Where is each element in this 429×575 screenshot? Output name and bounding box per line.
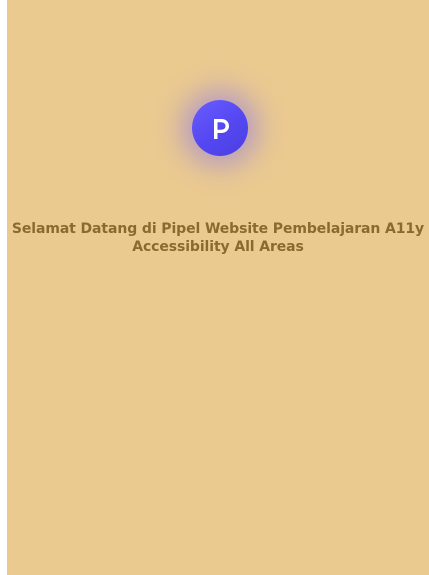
pipel-logo-icon [192,100,248,156]
welcome-heading-line-2: Accessibility All Areas [132,239,304,255]
welcome-heading-line-1: Selamat Datang di Pipel Website Pembelaj… [11,221,425,237]
welcome-heading: Selamat Datang di Pipel Website Pembelaj… [7,220,429,256]
splash-screen: Selamat Datang di Pipel Website Pembelaj… [7,0,429,575]
pipel-p-glyph [214,119,229,139]
